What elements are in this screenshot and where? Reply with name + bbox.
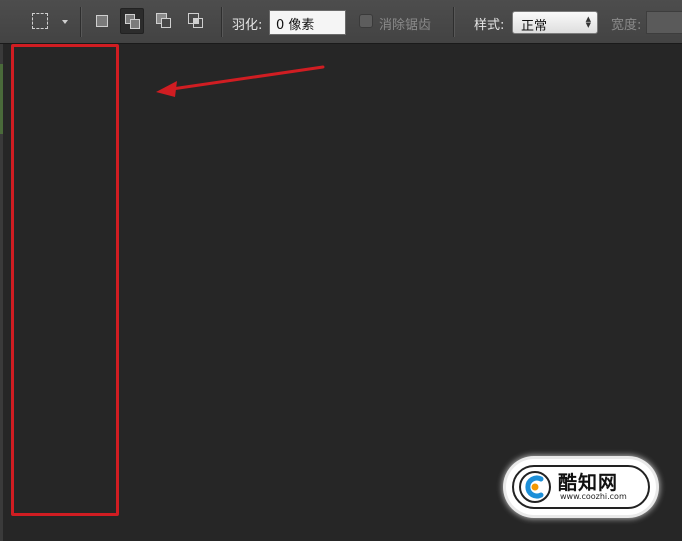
coozhi-logo-icon bbox=[519, 471, 551, 503]
watermark-title: 酷知网 bbox=[558, 472, 619, 494]
watermark-url: www.coozhi.com bbox=[560, 492, 627, 501]
watermark: 酷知网 www.coozhi.com bbox=[506, 459, 656, 515]
